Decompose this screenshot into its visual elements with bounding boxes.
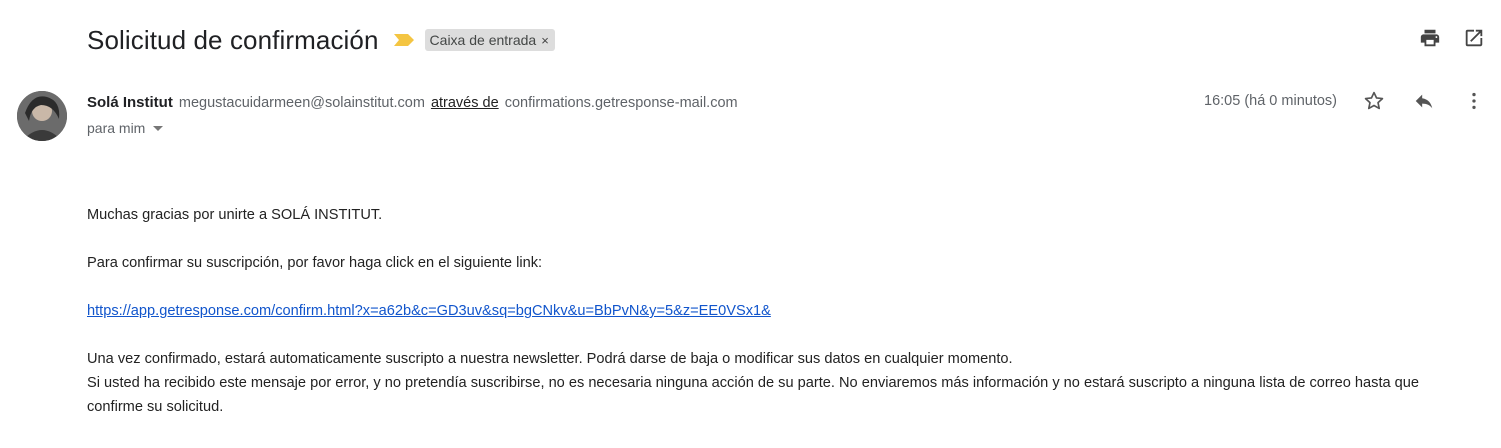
body-line-confirmed: Una vez confirmado, estará automaticamen…	[87, 351, 1013, 367]
more-vertical-icon[interactable]	[1463, 90, 1485, 112]
star-icon[interactable]	[1363, 90, 1385, 112]
print-icon[interactable]	[1419, 27, 1441, 49]
sender-email: megustacuidarmeen@solainstitut.com	[178, 95, 425, 111]
body-line-instructions: Para confirmar su suscripción, por favor…	[87, 255, 543, 271]
importance-marker-icon[interactable]	[393, 33, 415, 47]
recipient-row[interactable]: para mim	[87, 120, 164, 136]
body-line-thanks: Muchas gracias por unirte a SOLÁ INSTITU…	[87, 207, 383, 223]
recipient-text: para mim	[87, 120, 146, 136]
email-subject: Solicitud de confirmación	[87, 24, 379, 55]
timestamp: 16:05 (há 0 minutos)	[1204, 93, 1337, 109]
reply-icon[interactable]	[1413, 90, 1435, 112]
via-link[interactable]: através de	[431, 95, 499, 111]
confirmation-link[interactable]: https://app.getresponse.com/confirm.html…	[87, 303, 771, 319]
subject-row: Solicitud de confirmación Caixa de entra…	[87, 22, 555, 58]
chevron-down-icon[interactable]	[153, 125, 164, 131]
sender-name[interactable]: Solá Institut	[87, 94, 173, 111]
email-body: Muchas gracias por unirte a SOLÁ INSTITU…	[87, 203, 1467, 419]
open-in-new-window-icon[interactable]	[1463, 27, 1485, 49]
label-chip[interactable]: Caixa de entrada ×	[424, 29, 555, 51]
top-actions	[1419, 27, 1485, 49]
label-chip-text: Caixa de entrada	[429, 32, 537, 48]
avatar[interactable]	[17, 91, 67, 141]
body-line-disclaimer: Si usted ha recibido este mensaje por er…	[87, 375, 1420, 415]
sender-row: Solá Institut megustacuidarmeen@solainst…	[87, 94, 738, 111]
message-meta: 16:05 (há 0 minutos)	[1204, 90, 1485, 112]
via-domain: confirmations.getresponse-mail.com	[504, 95, 738, 111]
label-remove-button[interactable]: ×	[541, 33, 549, 48]
